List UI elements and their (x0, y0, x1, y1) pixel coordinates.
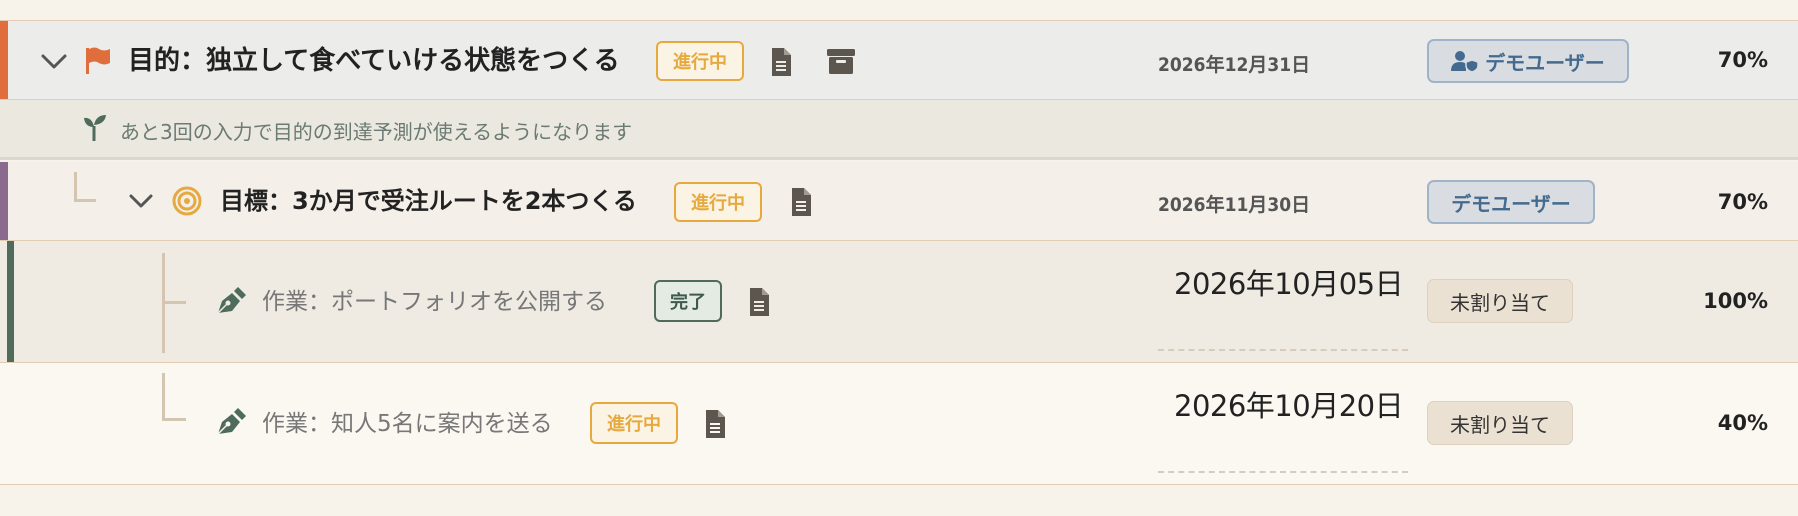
purpose-row[interactable]: 目的：独立して食べていける状態をつくる 進行中 2026年12月31日 デモユー… (0, 20, 1798, 100)
prediction-hint-banner: あと3回の入力で目的の到達予測が使えるようになります (0, 100, 1798, 160)
pen-icon (217, 408, 246, 435)
assignee-name: デモユーザー (1451, 191, 1571, 216)
goal-title: 目標：3か月で受注ルートを2本つくる (220, 187, 637, 215)
task-title: 作業：ポートフォリオを公開する (262, 289, 607, 315)
goal-row[interactable]: 目標：3か月で受注ルートを2本つくる 進行中 2026年11月30日 デモユーザ… (0, 162, 1798, 241)
status-badge: 進行中 (590, 402, 678, 444)
tree-connector-branch (162, 301, 186, 304)
task-title: 作業：知人5名に案内を送る (262, 411, 553, 437)
date-input-underline (1158, 471, 1408, 473)
sprout-icon (84, 115, 106, 141)
task-due-date[interactable]: 2026年10月05日 (1174, 261, 1404, 303)
task-row[interactable]: 作業：知人5名に案内を送る 進行中 2026年10月20日 未割り当て 40% (0, 363, 1798, 485)
user-shield-icon (1451, 51, 1479, 73)
document-icon[interactable] (790, 187, 812, 217)
assignee-name: デモユーザー (1485, 50, 1605, 75)
assignee-badge[interactable]: 未割り当て (1427, 401, 1573, 445)
purpose-title: 目的：独立して食べていける状態をつくる (128, 46, 620, 76)
task-row[interactable]: 作業：ポートフォリオを公開する 完了 2026年10月05日 未割り当て 100… (0, 241, 1798, 363)
document-icon[interactable] (748, 287, 770, 317)
assignee-badge[interactable]: 未割り当て (1427, 279, 1573, 323)
flag-icon (86, 47, 110, 74)
assignee-badge[interactable]: デモユーザー (1427, 180, 1595, 224)
document-icon[interactable] (770, 47, 792, 77)
hint-text: あと3回の入力で目的の到達予測が使えるようになります (120, 120, 633, 144)
assignee-badge[interactable]: デモユーザー (1427, 39, 1629, 83)
chevron-down-icon[interactable] (40, 49, 68, 73)
purpose-accent-bar (0, 21, 8, 99)
task-due-date[interactable]: 2026年10月20日 (1174, 383, 1404, 425)
progress-percent: 40% (1717, 411, 1768, 435)
tree-connector (162, 373, 186, 421)
status-badge: 進行中 (656, 41, 744, 81)
tree-connector (74, 172, 96, 202)
progress-percent: 70% (1717, 190, 1768, 214)
goal-due-date[interactable]: 2026年11月30日 (1158, 190, 1310, 217)
progress-percent: 100% (1703, 289, 1768, 313)
goal-accent-bar (0, 162, 8, 240)
document-icon[interactable] (704, 409, 726, 439)
status-badge: 完了 (654, 280, 722, 322)
chevron-down-icon[interactable] (128, 190, 154, 212)
task-accent-bar (7, 241, 14, 362)
archive-icon[interactable] (826, 47, 856, 75)
status-badge: 進行中 (674, 182, 762, 222)
purpose-due-date[interactable]: 2026年12月31日 (1158, 50, 1310, 77)
pen-icon (217, 287, 246, 314)
date-input-underline (1158, 349, 1408, 351)
progress-percent: 70% (1717, 48, 1768, 72)
target-icon (172, 186, 202, 216)
